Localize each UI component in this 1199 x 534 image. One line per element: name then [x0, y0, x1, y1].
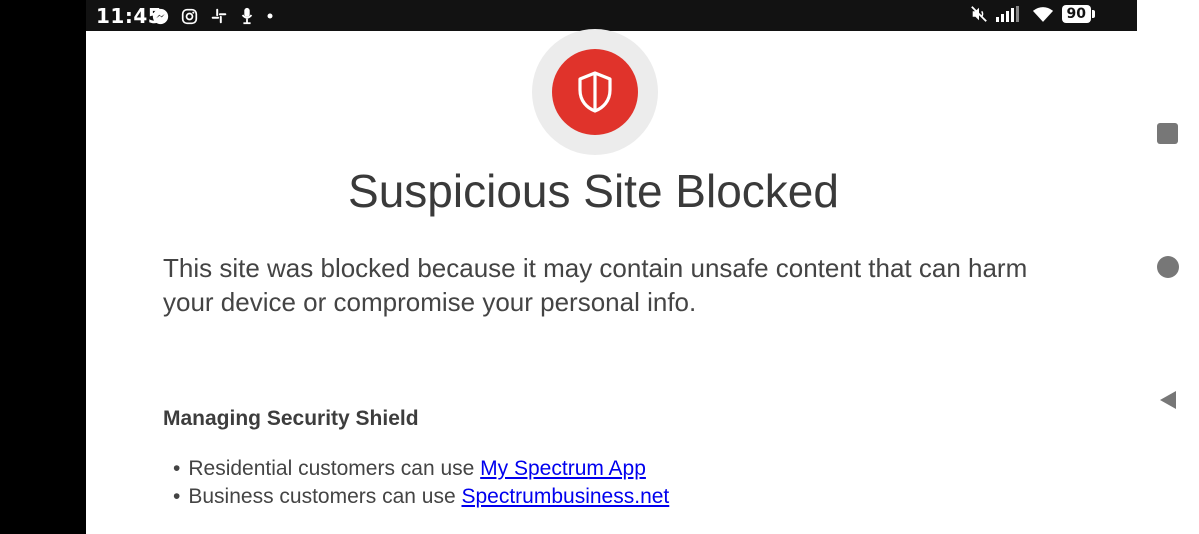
list-item: Residential customers can use My Spectru… — [163, 455, 669, 483]
list-item: Business customers can use Spectrumbusin… — [163, 483, 669, 511]
signal-icon — [995, 6, 1019, 22]
block-description: This site was blocked because it may con… — [163, 253, 1028, 317]
section-heading: Managing Security Shield — [163, 407, 419, 430]
left-black-bar — [0, 0, 86, 534]
navigation-bar — [1137, 0, 1199, 534]
status-bar: 11:45 90 — [86, 0, 1137, 31]
home-icon[interactable] — [1157, 256, 1179, 278]
shield-badge — [532, 29, 658, 155]
shield-circle — [552, 49, 638, 135]
system-status: 90 — [970, 5, 1096, 23]
battery-indicator: 90 — [1061, 5, 1096, 23]
list-item-text: Residential customers can use — [188, 457, 481, 480]
list-item-text: Business customers can use — [188, 485, 462, 508]
spectrum-business-link[interactable]: Spectrumbusiness.net — [461, 485, 669, 508]
slack-icon — [211, 8, 227, 24]
wifi-icon — [1032, 6, 1053, 22]
recents-icon[interactable] — [1157, 123, 1178, 144]
mute-icon — [970, 6, 987, 22]
notification-icons — [152, 7, 274, 25]
my-spectrum-app-link[interactable]: My Spectrum App — [480, 457, 646, 480]
instagram-icon — [181, 8, 198, 24]
back-icon[interactable] — [1157, 389, 1179, 411]
shield-icon — [578, 71, 612, 113]
messenger-icon — [152, 8, 169, 24]
page-title: Suspicious Site Blocked — [348, 165, 839, 217]
help-list: Residential customers can use My Spectru… — [163, 455, 669, 511]
more-dot-icon — [267, 13, 273, 19]
podcast-icon — [241, 7, 253, 25]
